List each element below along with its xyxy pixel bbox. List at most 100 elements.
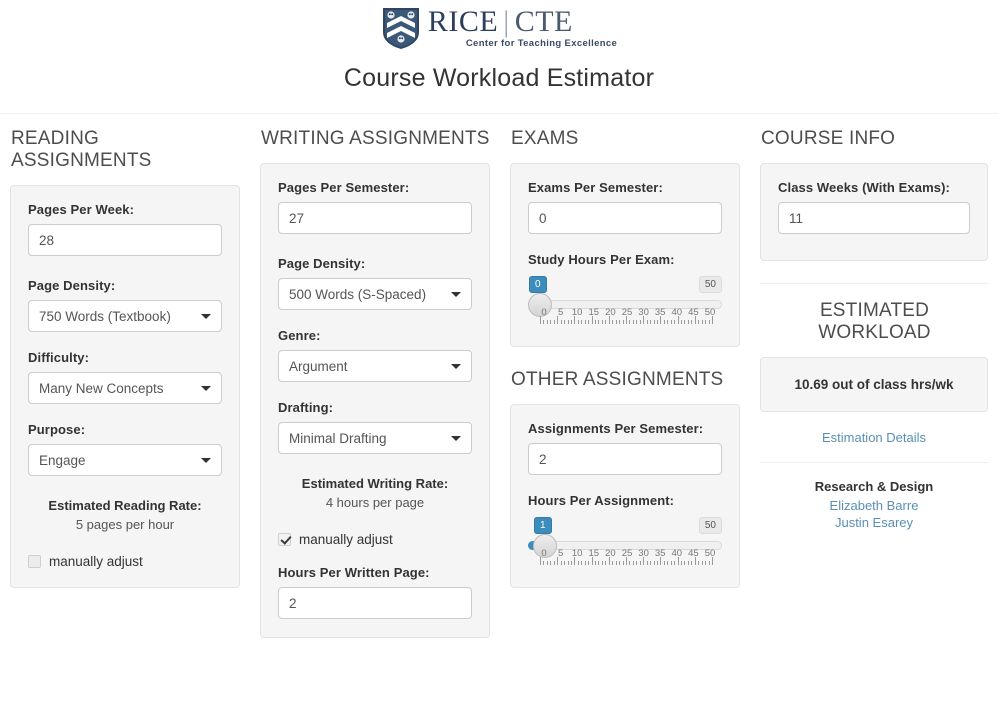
- reading-panel: Pages Per Week: 28 Page Density: 750 Wor…: [10, 185, 240, 588]
- writing-manual-adjust-row[interactable]: manually adjust: [278, 532, 472, 547]
- ruler-label: 20: [605, 548, 616, 559]
- hours-per-assignment-slider[interactable]: 1 50 0 5 10 15 20 25 30 35 40 45 50: [528, 517, 722, 569]
- ruler-label: 50: [704, 307, 716, 318]
- hours-per-assignment-ruler-labels: 0 5 10 15 20 25 30 35 40 45 50: [528, 548, 722, 562]
- study-hours-badges: 0 50: [528, 276, 722, 293]
- ruler-label: 0: [541, 307, 547, 318]
- study-hours-slider-label: Study Hours Per Exam:: [528, 252, 675, 267]
- reading-density-value: 750 Words (Textbook): [39, 308, 171, 324]
- ruler-label: 15: [588, 548, 600, 559]
- ruler-label: 0: [541, 548, 547, 559]
- ruler-label: 10: [571, 307, 583, 318]
- reading-rate-block: Estimated Reading Rate: 5 pages per hour: [28, 498, 222, 532]
- hours-per-assignment-max-badge: 50: [698, 517, 722, 534]
- reading-density-label: Page Density:: [28, 278, 116, 293]
- hours-per-assignment-badges: 1 50: [528, 517, 722, 534]
- ruler-label: 35: [654, 307, 666, 318]
- course-info-panel: Class Weeks (With Exams): 11: [760, 163, 988, 261]
- workload-result: 10.69 out of class hrs/wk: [760, 357, 988, 412]
- ruler-label: 20: [605, 307, 616, 318]
- writing-rate-title: Estimated Writing Rate:: [301, 476, 449, 491]
- reading-section-heading: READING ASSIGNMENTS: [11, 128, 152, 171]
- hours-per-assignment-slider-label: Hours Per Assignment:: [528, 493, 675, 508]
- reading-manual-adjust-row[interactable]: manually adjust: [28, 554, 222, 569]
- credit-person-1-link[interactable]: Elizabeth Barre: [760, 498, 988, 513]
- exams-section-heading: EXAMS: [511, 128, 579, 149]
- ruler-label: 45: [688, 307, 699, 318]
- assignments-per-semester-label: Assignments Per Semester:: [528, 421, 704, 436]
- study-hours-ruler-labels: 0 5 10 15 20 25 30 35 40 45 50: [528, 307, 722, 321]
- exams-per-semester-label: Exams Per Semester:: [528, 180, 663, 195]
- ruler-label: 50: [704, 548, 716, 559]
- reading-manual-adjust-checkbox[interactable]: [28, 555, 41, 568]
- purpose-label: Purpose:: [28, 422, 86, 437]
- ruler-label: 5: [557, 307, 564, 318]
- credit-person-2-link[interactable]: Justin Esarey: [760, 515, 988, 530]
- reading-manual-adjust-label: manually adjust: [49, 554, 143, 569]
- credits-title: Research & Design: [814, 479, 934, 494]
- chevron-down-icon: [201, 314, 211, 319]
- ruler-label: 40: [671, 307, 683, 318]
- estimation-details-link[interactable]: Estimation Details: [760, 430, 988, 445]
- genre-value: Argument: [289, 358, 348, 374]
- difficulty-value: Many New Concepts: [39, 380, 164, 396]
- ruler-label: 15: [588, 307, 600, 318]
- logo-wordmark: RICE | CTE Center for Teaching Excellenc…: [427, 4, 618, 49]
- writing-density-select[interactable]: 500 Words (S-Spaced): [278, 278, 472, 310]
- genre-select[interactable]: Argument: [278, 350, 472, 382]
- rice-shield-icon: [382, 7, 419, 49]
- rice-cte-logo: RICE | CTE Center for Teaching Excellenc…: [0, 0, 998, 50]
- purpose-select[interactable]: Engage: [28, 444, 222, 476]
- course-info-heading: COURSE INFO: [761, 128, 896, 149]
- credits-block: Research & Design Elizabeth Barre Justin…: [760, 479, 988, 530]
- drafting-label: Drafting:: [278, 400, 334, 415]
- reading-rate-value: 5 pages per hour: [75, 517, 175, 532]
- writing-manual-adjust-label: manually adjust: [299, 532, 393, 547]
- ruler-label: 45: [688, 548, 699, 559]
- exams-panel: Exams Per Semester: 0 Study Hours Per Ex…: [510, 163, 740, 347]
- pages-per-week-input[interactable]: 28: [28, 224, 222, 256]
- class-weeks-label: Class Weeks (With Exams):: [778, 180, 950, 195]
- writing-rate-block: Estimated Writing Rate: 4 hours per page: [278, 476, 472, 510]
- main-columns: READING ASSIGNMENTS Pages Per Week: 28 P…: [0, 114, 998, 638]
- writing-section-heading: WRITING ASSIGNMENTS: [261, 128, 490, 149]
- page-title: Course Workload Estimator: [343, 64, 655, 92]
- workload-heading: ESTIMATED WORKLOAD: [818, 300, 931, 343]
- ruler-label: 30: [638, 307, 649, 318]
- pages-per-week-label: Pages Per Week:: [28, 202, 135, 217]
- study-hours-value-badge: 0: [529, 276, 547, 293]
- writing-manual-adjust-checkbox[interactable]: [278, 533, 291, 546]
- estimation-details-wrap: Estimation Details: [760, 430, 988, 445]
- reading-density-select[interactable]: 750 Words (Textbook): [28, 300, 222, 332]
- credits-divider: [760, 462, 988, 463]
- writing-rate-value: 4 hours per page: [325, 495, 425, 510]
- ruler-label: 25: [621, 307, 633, 318]
- genre-label: Genre:: [278, 328, 321, 343]
- logo-divider: |: [503, 4, 510, 38]
- chevron-down-icon: [451, 436, 461, 441]
- column-exams-other: EXAMS Exams Per Semester: 0 Study Hours …: [500, 128, 750, 638]
- difficulty-select[interactable]: Many New Concepts: [28, 372, 222, 404]
- column-reading: READING ASSIGNMENTS Pages Per Week: 28 P…: [0, 128, 250, 638]
- ruler-label: 30: [638, 548, 649, 559]
- logo-rice-text: RICE: [427, 4, 499, 38]
- study-hours-slider[interactable]: 0 50 0 5 10 15 20 25 30 35 40 45 50: [528, 276, 722, 328]
- chevron-down-icon: [201, 386, 211, 391]
- pages-per-semester-input[interactable]: 27: [278, 202, 472, 234]
- assignments-per-semester-input[interactable]: 2: [528, 443, 722, 475]
- drafting-value: Minimal Drafting: [289, 430, 387, 446]
- hours-per-written-page-input[interactable]: 2: [278, 587, 472, 619]
- reading-rate-title: Estimated Reading Rate:: [48, 498, 202, 513]
- logo-subtitle: Center for Teaching Excellence: [465, 37, 618, 49]
- class-weeks-input[interactable]: 11: [778, 202, 970, 234]
- drafting-select[interactable]: Minimal Drafting: [278, 422, 472, 454]
- workload-divider: [760, 283, 988, 284]
- chevron-down-icon: [451, 364, 461, 369]
- purpose-value: Engage: [39, 452, 86, 468]
- exams-per-semester-input[interactable]: 0: [528, 202, 722, 234]
- writing-density-label: Page Density:: [278, 256, 366, 271]
- hours-per-assignment-value-badge: 1: [534, 517, 552, 534]
- writing-panel: Pages Per Semester: 27 Page Density: 500…: [260, 163, 490, 638]
- writing-density-value: 500 Words (S-Spaced): [289, 286, 427, 302]
- ruler-label: 5: [557, 548, 564, 559]
